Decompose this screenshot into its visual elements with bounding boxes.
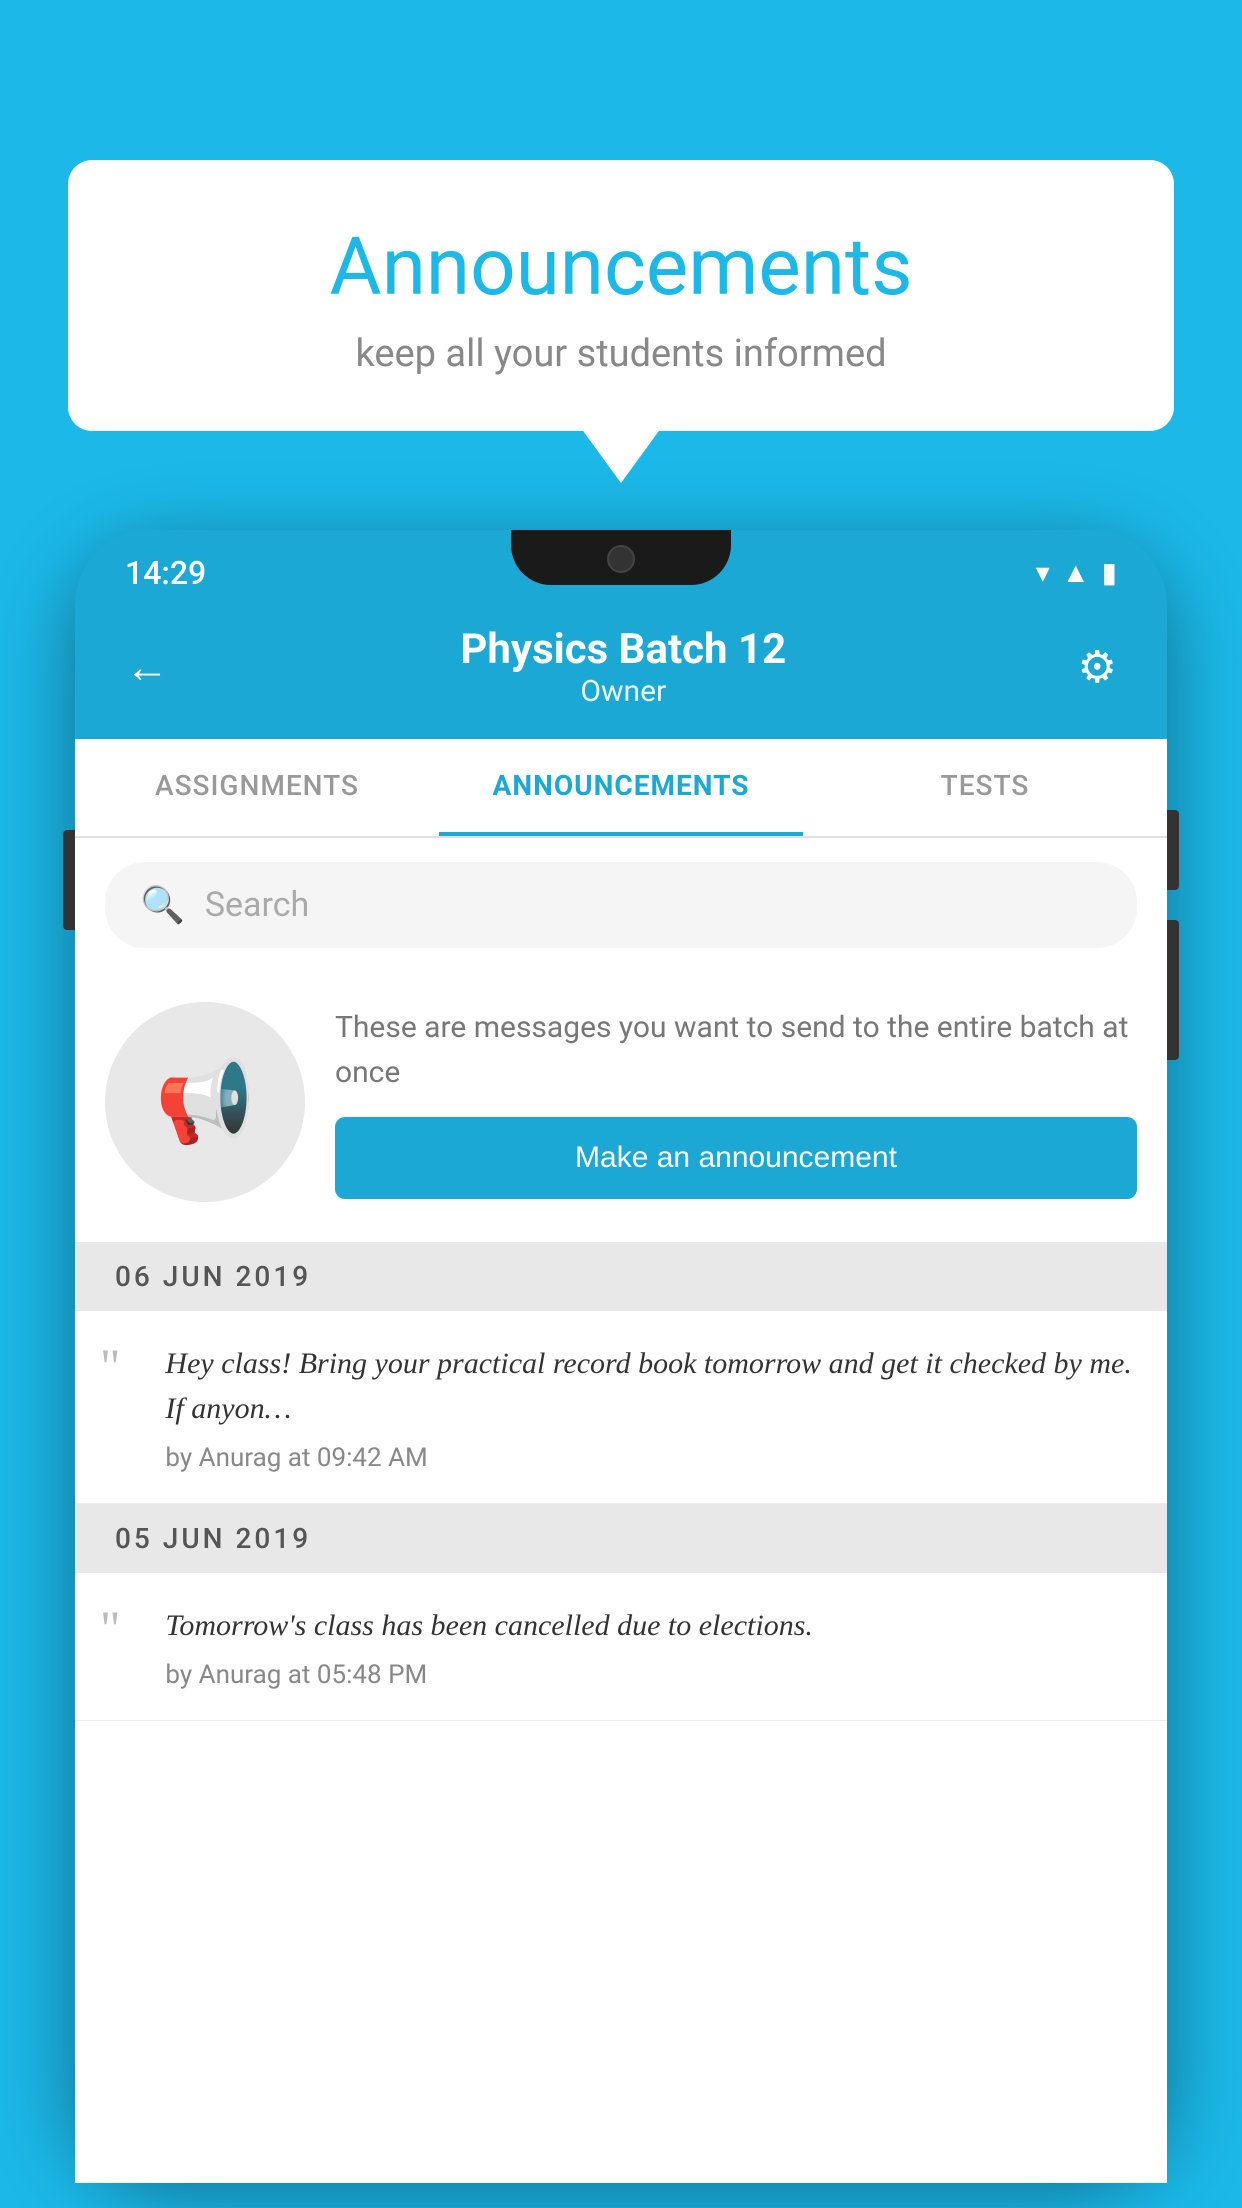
back-button[interactable]: ←: [125, 641, 169, 693]
announcement-message-2: Tomorrow's class has been cancelled due …: [165, 1603, 1137, 1648]
status-time: 14:29: [125, 554, 206, 592]
tab-tests[interactable]: TESTS: [803, 739, 1167, 836]
power-button: [1167, 810, 1179, 890]
tab-announcements[interactable]: ANNOUNCEMENTS: [439, 739, 803, 836]
date-section-1: 06 JUN 2019: [75, 1242, 1167, 1311]
announcement-message-1: Hey class! Bring your practical record b…: [165, 1341, 1137, 1431]
batch-title: Physics Batch 12: [169, 625, 1078, 674]
announcement-meta-2: by Anurag at 05:48 PM: [165, 1660, 1137, 1690]
megaphone-icon: 📢: [155, 1055, 255, 1149]
megaphone-circle: 📢: [105, 1002, 305, 1202]
announcements-title: Announcements: [108, 220, 1134, 314]
search-bar[interactable]: 🔍 Search: [105, 862, 1137, 948]
speech-bubble-container: Announcements keep all your students inf…: [68, 160, 1174, 431]
quote-icon-1: ": [75, 1341, 145, 1391]
volume-down-button: [1167, 920, 1179, 1060]
search-placeholder: Search: [205, 885, 309, 925]
batch-role: Owner: [169, 674, 1078, 709]
phone-container: 14:29 ▾ ▲ ▮ ← Physics Batch 12 Owner ⚙ A…: [75, 530, 1167, 2208]
search-icon: 🔍: [140, 884, 185, 926]
speech-bubble: Announcements keep all your students inf…: [68, 160, 1174, 431]
phone-notch: [511, 530, 731, 585]
date-section-2: 05 JUN 2019: [75, 1504, 1167, 1573]
make-announcement-button[interactable]: Make an announcement: [335, 1117, 1137, 1199]
phone-content: 🔍 Search 📢 These are messages you want t…: [75, 838, 1167, 2183]
announcement-item-1[interactable]: " Hey class! Bring your practical record…: [75, 1311, 1167, 1504]
date-label-2: 05 JUN 2019: [115, 1522, 311, 1555]
volume-button: [63, 830, 75, 930]
wifi-icon: ▾: [1036, 556, 1050, 589]
status-icons: ▾ ▲ ▮: [1036, 556, 1117, 589]
date-label-1: 06 JUN 2019: [115, 1260, 311, 1293]
announcement-item-2[interactable]: " Tomorrow's class has been cancelled du…: [75, 1573, 1167, 1721]
announcement-text-1: Hey class! Bring your practical record b…: [165, 1341, 1137, 1473]
announcement-meta-1: by Anurag at 09:42 AM: [165, 1443, 1137, 1473]
announcement-text-2: Tomorrow's class has been cancelled due …: [165, 1603, 1137, 1690]
tab-assignments[interactable]: ASSIGNMENTS: [75, 739, 439, 836]
tabs-bar: ASSIGNMENTS ANNOUNCEMENTS TESTS: [75, 739, 1167, 838]
quote-icon-2: ": [75, 1603, 145, 1653]
intro-right: These are messages you want to send to t…: [335, 1005, 1137, 1199]
battery-icon: ▮: [1102, 556, 1117, 589]
signal-icon: ▲: [1062, 556, 1090, 589]
camera: [607, 545, 635, 573]
phone-frame: 14:29 ▾ ▲ ▮ ← Physics Batch 12 Owner ⚙ A…: [75, 530, 1167, 2170]
intro-description: These are messages you want to send to t…: [335, 1005, 1137, 1095]
announcements-subtitle: keep all your students informed: [108, 332, 1134, 376]
app-header: ← Physics Batch 12 Owner ⚙: [75, 605, 1167, 739]
header-title-section: Physics Batch 12 Owner: [169, 625, 1078, 709]
settings-button[interactable]: ⚙: [1078, 641, 1117, 693]
announcement-intro: 📢 These are messages you want to send to…: [75, 972, 1167, 1242]
